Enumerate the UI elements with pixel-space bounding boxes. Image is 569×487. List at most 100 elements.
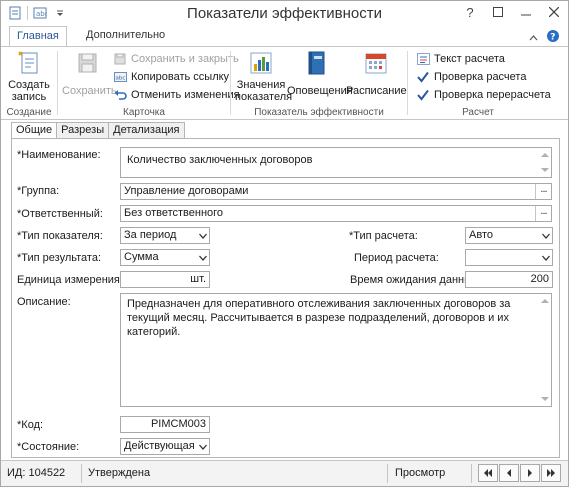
checkmark-icon — [416, 88, 430, 102]
description-scrollbar[interactable] — [540, 295, 550, 405]
indicator-values-button[interactable]: Значения показателя — [235, 49, 292, 103]
chevron-down-icon — [199, 255, 207, 261]
view-mode: Просмотр — [395, 467, 446, 479]
first-record-button[interactable] — [478, 464, 498, 482]
save-label: Сохранить — [62, 85, 117, 97]
minimize-icon[interactable] — [512, 1, 540, 23]
check-calc-label: Проверка расчета — [434, 71, 527, 83]
group-browse-button[interactable]: ... — [535, 184, 551, 199]
code-value: PIMCM003 — [150, 418, 206, 430]
save-button[interactable]: Сохранить — [62, 49, 117, 97]
status-separator — [387, 464, 388, 483]
description-value: Предназначен для оперативного отслеживан… — [127, 298, 511, 338]
save-close-icon — [113, 52, 127, 66]
responsible-label: *Ответственный: — [17, 208, 103, 220]
next-record-button[interactable] — [520, 464, 540, 482]
responsible-value: Без ответственного — [124, 207, 224, 219]
group-indicator-label: Показатель эффективности — [254, 107, 384, 118]
check-recalc-label: Проверка перерасчета — [434, 89, 551, 101]
bar-chart-icon — [247, 49, 275, 77]
state-select[interactable]: Действующая — [120, 438, 210, 455]
check-recalc-button[interactable]: Проверка перерасчета — [416, 86, 551, 104]
group-label: *Группа: — [17, 185, 60, 197]
calc-period-select[interactable] — [465, 249, 553, 266]
wait-time-value: 200 — [530, 273, 549, 285]
chevron-down-icon — [199, 444, 207, 450]
undo-icon — [113, 88, 127, 102]
help-circle-icon[interactable]: ? — [546, 29, 560, 46]
last-record-icon — [546, 469, 555, 477]
calc-text-button[interactable]: Текст расчета — [416, 50, 505, 68]
tab-details[interactable]: Детализация — [108, 122, 185, 139]
chevron-down-icon — [542, 233, 550, 239]
ribbon: Создать запись Создание Сохранить Сохран… — [1, 46, 568, 120]
code-field[interactable]: PIMCM003 — [120, 416, 210, 433]
alerts-button[interactable]: Оповещения — [287, 49, 353, 97]
ribbon-tab-bar: Главная Дополнительно ? — [1, 26, 568, 47]
indicator-type-select[interactable]: За период — [120, 227, 210, 244]
name-label: *Наименование: — [17, 149, 101, 161]
unit-field[interactable]: шт. — [120, 271, 210, 288]
group-calc: Текст расчета Проверка расчета Проверка … — [408, 47, 551, 120]
result-type-select[interactable]: Сумма — [120, 249, 210, 266]
copy-link-button[interactable]: abc Копировать ссылку — [113, 68, 229, 86]
save-close-button[interactable]: Сохранить и закрыть — [113, 50, 239, 68]
calc-period-label: Период расчета: — [354, 252, 439, 264]
name-scrollbar[interactable] — [540, 149, 550, 176]
name-value: Количество заключенных договоров — [127, 154, 313, 166]
tab-sections[interactable]: Разрезы — [56, 122, 110, 139]
group-value: Управление договорами — [124, 185, 249, 197]
help-icon[interactable]: ? — [456, 1, 484, 23]
calc-type-select[interactable]: Авто — [465, 227, 553, 244]
last-record-button[interactable] — [541, 464, 561, 482]
status-bar: ИД: 104522 Утверждена Просмотр — [1, 460, 568, 486]
create-record-button[interactable]: Создать запись — [7, 49, 51, 103]
status-separator — [471, 464, 472, 483]
undo-changes-button[interactable]: Отменить изменения — [113, 86, 240, 104]
calc-text-icon — [416, 52, 430, 66]
group-indicator: Значения показателя Оповещения Расписани… — [231, 47, 407, 120]
checkmark-icon — [416, 70, 430, 84]
group-field[interactable]: Управление договорами ... — [120, 183, 552, 200]
result-type-label: *Тип результата: — [17, 252, 102, 264]
create-record-label: Создать запись — [8, 79, 50, 103]
collapse-ribbon-icon[interactable] — [529, 32, 538, 44]
svg-text:abc: abc — [115, 76, 125, 82]
record-state: Утверждена — [88, 467, 151, 479]
wait-time-label: Время ожидания данных: — [350, 274, 481, 286]
svg-text:?: ? — [550, 33, 555, 43]
group-card-label: Карточка — [123, 107, 165, 118]
maximize-icon[interactable] — [484, 1, 512, 23]
unit-label: Единица измерения: — [17, 274, 123, 286]
alerts-book-icon — [302, 49, 330, 77]
group-create: Создать запись Создание — [1, 47, 57, 120]
save-close-label: Сохранить и закрыть — [131, 53, 239, 65]
description-field[interactable]: Предназначен для оперативного отслеживан… — [120, 293, 552, 407]
check-calc-button[interactable]: Проверка расчета — [416, 68, 526, 86]
chevron-down-icon — [199, 233, 207, 239]
record-id: ИД: 104522 — [7, 467, 66, 479]
responsible-browse-button[interactable]: ... — [535, 206, 551, 221]
indicator-type-label: *Тип показателя: — [17, 230, 103, 242]
group-card: Сохранить Сохранить и закрыть abc Копиро… — [58, 47, 240, 120]
tab-home[interactable]: Главная — [9, 26, 67, 47]
general-panel: *Наименование: Количество заключенных до… — [11, 138, 560, 458]
name-field[interactable]: Количество заключенных договоров — [120, 147, 552, 178]
copy-link-label: Копировать ссылку — [131, 71, 230, 83]
tab-additional[interactable]: Дополнительно — [79, 26, 172, 46]
wait-time-field[interactable]: 200 — [465, 271, 553, 288]
schedule-button[interactable]: Расписание — [346, 49, 407, 97]
responsible-field[interactable]: Без ответственного ... — [120, 205, 552, 222]
prev-record-icon — [506, 469, 511, 477]
copy-link-icon: abc — [113, 70, 127, 84]
status-separator — [81, 464, 82, 483]
description-label: Описание: — [17, 296, 71, 308]
close-icon[interactable] — [540, 1, 568, 23]
schedule-label: Расписание — [346, 85, 407, 97]
next-record-icon — [527, 469, 532, 477]
unit-value: шт. — [190, 273, 206, 285]
indicator-type-value: За период — [124, 229, 177, 241]
indicator-values-label: Значения показателя — [235, 79, 293, 103]
prev-record-button[interactable] — [499, 464, 519, 482]
title-bar: abc Показатели эффективности ? — [1, 1, 568, 25]
